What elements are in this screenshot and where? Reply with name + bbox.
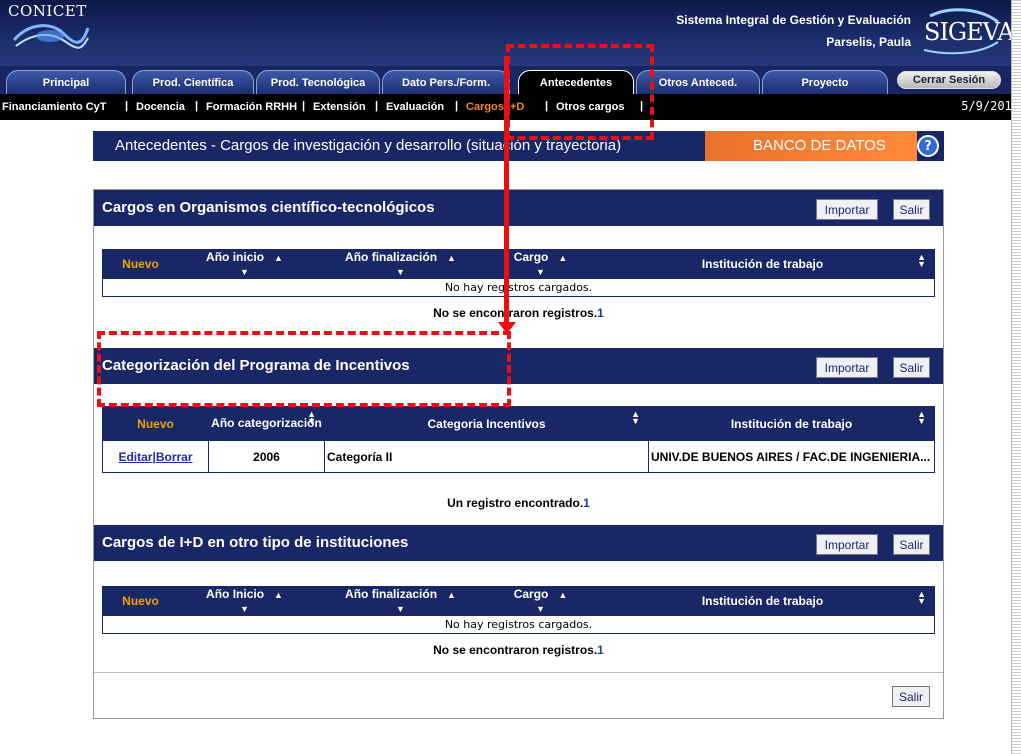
table-organismos: Nuevo Año inicio ▲ ▼ Año finalización ▲ ▼ Ca… (102, 249, 935, 297)
annotation-highlight-section (97, 331, 511, 407)
sort-icon: ▲ ▼ (631, 409, 640, 426)
column-header[interactable]: Institución de trabajo ▲ ▼ (590, 586, 935, 616)
records-footer: No se encontraron registros.1 (94, 306, 943, 320)
window-scrollbar[interactable] (1011, 0, 1021, 754)
section-title: Cargos de I+D en otro tipo de institucio… (102, 534, 409, 551)
subnav-formacion-rrhh[interactable]: Formación RRHH (206, 101, 297, 113)
delete-link[interactable]: Borrar (156, 450, 193, 464)
user-name: Parselis, Paula (826, 35, 911, 49)
banco-datos-label: BANCO DE DATOS (753, 137, 886, 154)
subnav-separator: | (302, 100, 306, 112)
exit-button[interactable]: Salir (893, 357, 930, 378)
subnav-separator: | (195, 100, 199, 112)
records-footer: No se encontraron registros.1 (94, 643, 943, 657)
sigeva-logo: SIGEVA (920, 8, 1015, 56)
table-incentivos: Nuevo Año categorización ▲ ▼ Categoria Inc… (102, 406, 935, 473)
tab-prod-cientifica[interactable]: Prod. Científica (132, 70, 254, 94)
records-count-text: No se encontraron registros. (433, 306, 598, 320)
exit-button-bottom[interactable]: Salir (892, 686, 930, 707)
column-header-label: Año finalización (345, 250, 438, 264)
new-record-link[interactable]: Nuevo (102, 249, 179, 279)
column-header[interactable]: Año inicio ▲ ▼ (178, 249, 311, 279)
subnav-docencia[interactable]: Docencia (136, 101, 185, 113)
row-actions: Editar|Borrar (102, 440, 209, 473)
column-header-label: Año inicio (206, 250, 265, 264)
main-content: Cargos en Organismos científico-tecnológ… (93, 189, 944, 719)
section-header-organismos: Cargos en Organismos científico-tecnológ… (94, 190, 943, 226)
institution-cell: UNIV.DE BUENOS AIRES / FAC.DE INGENIERIA… (648, 440, 935, 473)
section-title: Cargos en Organismos científico-tecnológ… (102, 199, 435, 216)
column-header-label: Institución de trabajo (701, 257, 824, 271)
tab-dato-pers-form[interactable]: Dato Pers./Form. (382, 70, 510, 94)
help-icon[interactable]: ? (917, 135, 939, 157)
column-header-label: Categoria Incentivos (427, 416, 546, 431)
tab-principal[interactable]: Principal (6, 70, 126, 94)
sigeva-logo-text: SIGEVA (924, 18, 1015, 46)
logout-button[interactable]: Cerrar Sesión (897, 71, 1001, 89)
subnav-financiamiento[interactable]: Financiamiento CyT (2, 101, 107, 113)
subnav-separator: | (455, 100, 459, 112)
new-record-link[interactable]: Nuevo (102, 586, 179, 616)
footer-divider (94, 672, 943, 673)
column-header-label: Año Inicio (206, 587, 265, 601)
import-button[interactable]: Importar (816, 534, 878, 555)
column-header[interactable]: Institución de trabajo ▲ ▼ (648, 406, 935, 441)
column-header-label: Institución de trabajo (701, 594, 824, 608)
tab-otros-anteced[interactable]: Otros Anteced. (636, 70, 760, 94)
subnav-extension[interactable]: Extensión (313, 101, 366, 113)
page-link[interactable]: 1 (597, 643, 604, 657)
records-footer: Un registro encontrado.1 (94, 496, 943, 510)
sort-icon: ▲ ▼ (917, 409, 926, 426)
import-button[interactable]: Importar (816, 199, 878, 220)
column-header[interactable]: Año Inicio ▲ ▼ (178, 586, 311, 616)
sort-icon: ▲ ▼ (917, 589, 926, 606)
exit-button[interactable]: Salir (893, 199, 930, 220)
tab-proyecto[interactable]: Proyecto (762, 70, 888, 94)
column-header[interactable]: Categoria Incentivos ▲ ▼ (324, 406, 649, 441)
edit-link[interactable]: Editar (118, 450, 152, 464)
column-header-label: Cargo (513, 587, 549, 601)
column-header[interactable]: Cargo ▲ ▼ (490, 586, 591, 616)
table-otras-instituciones: Nuevo Año Inicio ▲ ▼ Año finalización ▲ ▼ Ca… (102, 586, 935, 634)
column-header[interactable]: Institución de trabajo ▲ ▼ (590, 249, 935, 279)
column-header-label: Año categorización (211, 416, 322, 430)
subnav-separator: | (375, 100, 379, 112)
subnav-evaluacion[interactable]: Evaluación (386, 101, 444, 113)
sort-icon: ▲ ▼ (917, 252, 926, 269)
column-header-label: Cargo (513, 250, 549, 264)
column-header[interactable]: Año categorización ▲ ▼ (208, 406, 325, 441)
import-button[interactable]: Importar (816, 357, 878, 378)
tab-prod-tecnologica[interactable]: Prod. Tecnológica (256, 70, 380, 94)
page-link[interactable]: 1 (597, 306, 604, 320)
column-header-label: Institución de trabajo (730, 416, 853, 431)
records-count-text: Un registro encontrado. (447, 496, 584, 510)
annotation-arrow (504, 56, 509, 326)
category-cell: Categoría II (324, 440, 649, 473)
conicet-swirl-icon (12, 24, 90, 49)
records-count-text: No se encontraron registros. (433, 643, 598, 657)
column-header[interactable]: Año finalización ▲ ▼ (310, 586, 491, 616)
year-cell: 2006 (208, 440, 325, 473)
system-title: Sistema Integral de Gestión y Evaluación (676, 13, 911, 27)
exit-button[interactable]: Salir (893, 534, 930, 555)
empty-message: No hay registros cargados. (102, 615, 935, 634)
annotation-highlight-tab (506, 44, 654, 140)
subnav-separator: | (125, 100, 129, 112)
table-row: Editar|Borrar 2006 Categoría II UNIV.DE … (102, 440, 935, 473)
sort-icon: ▲ ▼ (307, 409, 316, 426)
section-header-otras-instituciones: Cargos de I+D en otro tipo de institucio… (94, 525, 943, 561)
column-header[interactable]: Año finalización ▲ ▼ (310, 249, 491, 279)
column-header-label: Año finalización (345, 587, 438, 601)
empty-message: No hay registros cargados. (102, 278, 935, 297)
page-link[interactable]: 1 (583, 496, 590, 510)
new-record-link[interactable]: Nuevo (102, 406, 209, 441)
